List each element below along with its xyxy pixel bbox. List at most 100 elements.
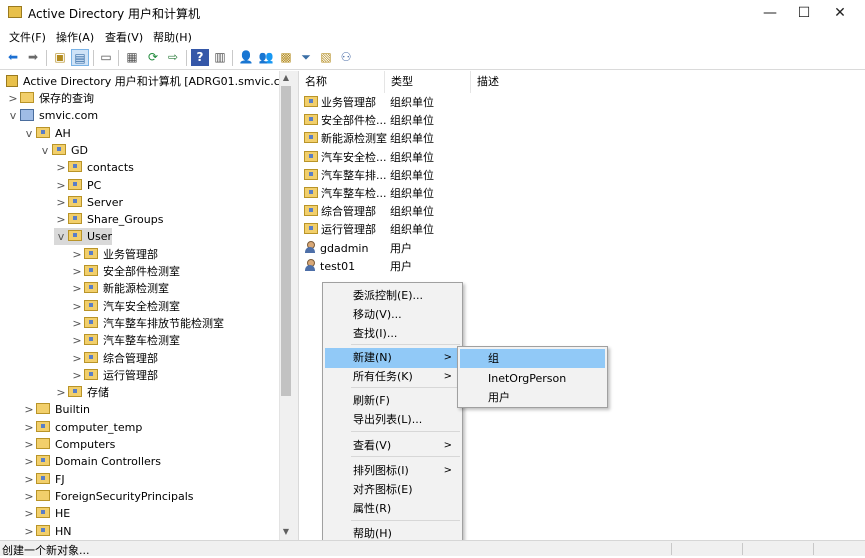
tree-item[interactable]: > FJ xyxy=(22,471,65,488)
menu-file[interactable]: 文件(F) xyxy=(9,29,46,45)
chevron-right-icon[interactable]: > xyxy=(22,523,36,540)
chevron-right-icon[interactable]: > xyxy=(54,159,68,176)
chevron-right-icon[interactable]: > xyxy=(22,419,36,436)
chevron-right-icon[interactable]: > xyxy=(70,350,84,367)
list-item[interactable]: gdadmin 用户 xyxy=(304,240,412,258)
tree-item[interactable]: > HE xyxy=(22,505,70,522)
context-menu-item[interactable]: 属性(R) xyxy=(325,499,460,519)
chevron-right-icon[interactable]: > xyxy=(70,315,84,332)
chevron-right-icon[interactable]: > xyxy=(22,488,36,505)
find-icon[interactable]: ▧ xyxy=(317,49,335,66)
export-list-icon[interactable]: ▦ xyxy=(123,49,141,66)
menu-view[interactable]: 查看(V) xyxy=(105,29,143,45)
tree-item[interactable]: > 存储 xyxy=(54,384,109,401)
tree-item[interactable]: > 保存的查询 xyxy=(6,90,94,107)
context-menu-item[interactable]: 查看(V) > xyxy=(325,436,460,456)
list-item[interactable]: 综合管理部 组织单位 xyxy=(304,203,434,221)
submenu-item[interactable]: InetOrgPerson xyxy=(460,369,605,388)
context-menu-item[interactable]: 所有任务(K) > xyxy=(325,367,460,387)
chevron-right-icon[interactable]: > xyxy=(22,401,36,418)
context-menu-item[interactable]: 排列图标(I) > xyxy=(325,461,460,481)
chevron-right-icon[interactable]: > xyxy=(54,177,68,194)
console-tree[interactable]: Active Directory 用户和计算机 [ADRG01.smvic.co… xyxy=(0,71,279,540)
tree-item[interactable]: > 综合管理部 xyxy=(70,350,158,367)
column-description[interactable]: 描述 xyxy=(471,71,591,93)
back-icon[interactable]: ⬅ xyxy=(4,49,22,66)
tree-item[interactable]: > 新能源检测室 xyxy=(70,280,169,297)
chevron-right-icon[interactable]: > xyxy=(6,90,20,107)
tree-item[interactable]: > HN xyxy=(22,523,72,540)
context-menu-item[interactable]: 导出列表(L)... xyxy=(325,410,460,430)
tree-item[interactable]: > 汽车整车检测室 xyxy=(70,332,180,349)
add-group-icon[interactable]: 👥 xyxy=(257,49,275,66)
list-item[interactable]: 汽车整车检... 组织单位 xyxy=(304,185,434,203)
chevron-right-icon[interactable]: > xyxy=(70,298,84,315)
context-menu-item[interactable]: 移动(V)... xyxy=(325,305,460,325)
tree-item[interactable]: > 汽车整车排放节能检测室 xyxy=(70,315,224,332)
tree-item[interactable]: > PC xyxy=(54,177,101,194)
tree-item[interactable]: > Share_Groups xyxy=(54,211,163,228)
tree-item[interactable]: > Builtin xyxy=(22,401,90,418)
properties-icon[interactable]: ▭ xyxy=(97,49,115,66)
tree-item[interactable]: > Domain Controllers xyxy=(22,453,161,470)
up-folder-icon[interactable]: ▣ xyxy=(51,49,69,66)
context-menu-item[interactable]: 对齐图标(E) xyxy=(325,480,460,500)
chevron-right-icon[interactable]: > xyxy=(70,367,84,384)
list-item[interactable]: 安全部件检... 组织单位 xyxy=(304,112,434,130)
list-item[interactable]: test01 用户 xyxy=(304,258,412,276)
chevron-right-icon[interactable]: > xyxy=(22,471,36,488)
chevron-down-icon[interactable]: v xyxy=(38,142,52,159)
details-view-icon[interactable]: ▥ xyxy=(211,49,229,66)
tree-item[interactable]: > 业务管理部 xyxy=(70,246,158,263)
tree-item[interactable]: > 安全部件检测室 xyxy=(70,263,180,280)
submenu-item[interactable]: 用户 xyxy=(460,388,605,407)
menu-action[interactable]: 操作(A) xyxy=(56,29,94,45)
delegate-icon[interactable]: ⚇ xyxy=(337,49,355,66)
tree-item[interactable]: v GD xyxy=(38,142,88,159)
chevron-right-icon[interactable]: > xyxy=(22,436,36,453)
menu-help[interactable]: 帮助(H) xyxy=(153,29,192,45)
filter-icon[interactable]: ⏷ xyxy=(297,49,315,66)
chevron-right-icon[interactable]: > xyxy=(22,505,36,522)
tree-item[interactable]: > 汽车安全检测室 xyxy=(70,298,180,315)
scroll-down-icon[interactable]: ▼ xyxy=(281,527,291,536)
submenu-item[interactable]: 组 xyxy=(460,349,605,368)
console-tree-icon[interactable]: ▤ xyxy=(71,49,89,66)
context-menu-item[interactable]: 委派控制(E)... xyxy=(325,286,460,306)
refresh-icon[interactable]: ⟳ xyxy=(144,49,162,66)
chevron-down-icon[interactable]: v xyxy=(22,125,36,142)
tree-item[interactable]: > contacts xyxy=(54,159,134,176)
tree-item[interactable]: > 运行管理部 xyxy=(70,367,158,384)
tree-item[interactable]: > Server xyxy=(54,194,123,211)
add-ou-icon[interactable]: ▩ xyxy=(277,49,295,66)
chevron-down-icon[interactable]: v xyxy=(6,107,20,124)
chevron-right-icon[interactable]: > xyxy=(70,263,84,280)
chevron-down-icon[interactable]: v xyxy=(54,228,68,245)
chevron-right-icon[interactable]: > xyxy=(22,453,36,470)
list-item[interactable]: 新能源检测室 组织单位 xyxy=(304,130,434,148)
help-icon[interactable]: ? xyxy=(191,49,209,66)
column-name[interactable]: 名称 xyxy=(299,71,385,93)
tree-item[interactable]: v smvic.com xyxy=(6,107,98,124)
chevron-right-icon[interactable]: > xyxy=(70,246,84,263)
list-item[interactable]: 运行管理部 组织单位 xyxy=(304,221,434,239)
tree-item[interactable]: > computer_temp xyxy=(22,419,142,436)
close-button[interactable]: ✕ xyxy=(817,0,863,26)
view-icon[interactable]: ⇨ xyxy=(164,49,182,66)
context-menu-item[interactable]: 刷新(F) xyxy=(325,391,460,411)
list-item[interactable]: 汽车整车排... 组织单位 xyxy=(304,167,434,185)
tree-root[interactable]: Active Directory 用户和计算机 [ADRG01.smvic.co… xyxy=(6,73,279,90)
scroll-up-icon[interactable]: ▲ xyxy=(281,73,291,82)
list-item[interactable]: 业务管理部 组织单位 xyxy=(304,94,434,112)
context-menu-item[interactable]: 查找(I)... xyxy=(325,324,460,344)
add-user-icon[interactable]: 👤 xyxy=(237,49,255,66)
chevron-right-icon[interactable]: > xyxy=(70,332,84,349)
tree-item[interactable]: v User xyxy=(54,228,113,246)
tree-item[interactable]: > Computers xyxy=(22,436,115,453)
context-menu-item[interactable]: 新建(N) > xyxy=(325,348,460,368)
tree-item[interactable]: v AH xyxy=(22,125,71,142)
tree-scroll-thumb[interactable] xyxy=(281,86,291,396)
forward-icon[interactable]: ➡ xyxy=(24,49,42,66)
chevron-right-icon[interactable]: > xyxy=(54,384,68,401)
chevron-right-icon[interactable]: > xyxy=(54,194,68,211)
